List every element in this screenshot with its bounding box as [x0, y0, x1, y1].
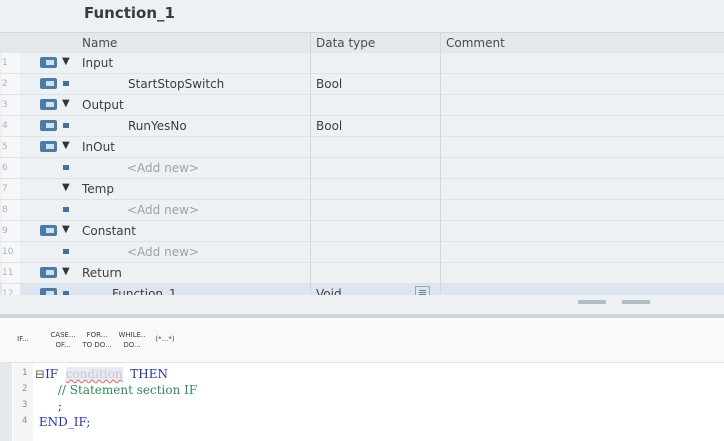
interface-row[interactable]: 10 <Add new> — [0, 242, 724, 263]
row-number: 11 — [2, 263, 20, 283]
case-label-line1: CASE... — [50, 331, 76, 339]
comment-button-label: (*...*) — [155, 335, 175, 343]
interface-icon — [40, 99, 57, 110]
add-new-placeholder[interactable]: <Add new> — [127, 161, 199, 175]
collapse-arrow-icon[interactable]: ▼ — [62, 224, 70, 235]
keyword: IF — [45, 367, 59, 381]
for-label-line2: TO DO... — [82, 341, 112, 349]
row-number: 10 — [2, 242, 20, 262]
column-data-type[interactable]: Data type — [316, 36, 375, 50]
interface-row[interactable]: 7 ▼ Temp — [0, 179, 724, 200]
code-editor[interactable]: 1 ⊟IF condition THEN 2 // Statement sect… — [0, 363, 724, 441]
interface-row[interactable]: 11 ▼ Return — [0, 263, 724, 284]
row-number: 8 — [2, 200, 20, 220]
interface-row[interactable]: 3 ▼ Output — [0, 95, 724, 116]
interface-row[interactable]: 4 RunYesNo Bool — [0, 116, 724, 137]
interface-row[interactable]: 5 ▼ InOut — [0, 137, 724, 158]
collapse-arrow-icon[interactable]: ▼ — [62, 98, 70, 109]
line-number: 3 — [22, 400, 28, 410]
row-number: 4 — [2, 116, 20, 136]
code-line[interactable]: 1 ⊟IF condition THEN — [0, 365, 724, 381]
for-button[interactable]: FOR... TO DO... — [82, 330, 112, 350]
case-button[interactable]: CASE... OF... — [48, 330, 78, 350]
column-header: Name Data type Comment — [0, 32, 724, 54]
collapse-arrow-icon[interactable]: ▼ — [62, 56, 70, 67]
interface-icon — [40, 78, 57, 89]
column-divider — [440, 32, 441, 294]
horizontal-scrollbar[interactable] — [0, 295, 724, 309]
interface-icon — [40, 225, 57, 236]
while-label-line2: DO... — [123, 341, 141, 349]
row-number: 5 — [2, 137, 20, 157]
if-button-label: IF... — [17, 335, 29, 343]
variable-icon — [63, 207, 69, 212]
line-number: 2 — [22, 384, 28, 394]
code-comment: // Statement section IF — [57, 383, 198, 397]
section-name[interactable]: Temp — [82, 182, 114, 196]
while-button[interactable]: WHILE.. DO... — [116, 330, 148, 350]
interface-row[interactable]: 1 ▼ Input — [0, 53, 724, 74]
line-number: 1 — [22, 368, 28, 378]
section-name[interactable]: Constant — [82, 224, 136, 238]
row-number: 7 — [2, 179, 20, 199]
block-title: Function_1 — [84, 4, 175, 22]
interface-rows: 1 ▼ Input 2 StartStopSwitch Bool 3 ▼ Out… — [0, 53, 724, 305]
variable-data-type[interactable]: Bool — [316, 77, 342, 91]
condition-placeholder[interactable]: condition — [65, 367, 123, 381]
interface-icon — [40, 141, 57, 152]
add-new-placeholder[interactable]: <Add new> — [127, 245, 199, 259]
line-number: 4 — [22, 416, 28, 426]
code-line[interactable]: 3 ; — [0, 397, 724, 413]
keyword: THEN — [130, 367, 168, 381]
keyword: END_IF; — [38, 415, 91, 429]
collapse-arrow-icon[interactable]: ▼ — [62, 182, 70, 193]
column-comment[interactable]: Comment — [446, 36, 505, 50]
interface-icon — [40, 120, 57, 131]
variable-icon — [63, 249, 69, 254]
case-label-line2: OF... — [55, 341, 71, 349]
interface-row[interactable]: 8 <Add new> — [0, 200, 724, 221]
while-label-line1: WHILE.. — [118, 331, 146, 339]
add-new-placeholder[interactable]: <Add new> — [127, 203, 199, 217]
variable-icon — [63, 81, 69, 86]
row-number: 9 — [2, 221, 20, 241]
collapse-arrow-icon[interactable]: ▼ — [62, 140, 70, 151]
for-label-line1: FOR... — [86, 331, 108, 339]
comment-button[interactable]: (*...*) — [150, 334, 180, 344]
section-name[interactable]: Return — [82, 266, 122, 280]
interface-icon — [40, 57, 57, 68]
code-line[interactable]: 4 END_IF; — [0, 413, 724, 429]
interface-row[interactable]: 6 <Add new> — [0, 158, 724, 179]
section-name[interactable]: InOut — [82, 140, 115, 154]
row-number: 2 — [2, 74, 20, 94]
scroll-thumb[interactable] — [578, 300, 606, 304]
column-name[interactable]: Name — [82, 36, 117, 50]
variable-name[interactable]: StartStopSwitch — [128, 77, 224, 91]
scroll-thumb[interactable] — [622, 300, 650, 304]
column-divider — [310, 32, 311, 294]
collapse-arrow-icon[interactable]: ▼ — [62, 266, 70, 277]
interface-panel: Function_1 Name Data type Comment 1 ▼ In… — [0, 0, 724, 314]
variable-name[interactable]: RunYesNo — [128, 119, 187, 133]
if-button[interactable]: IF... — [12, 334, 34, 344]
row-number: 3 — [2, 95, 20, 115]
code-text[interactable]: // Statement section IF — [35, 383, 197, 397]
instruction-toolbar: IF... CASE... OF... FOR... TO DO... WHIL… — [0, 318, 724, 363]
interface-row[interactable]: 9 ▼ Constant — [0, 221, 724, 242]
code-text[interactable]: ; — [35, 399, 62, 413]
code-text[interactable]: END_IF; — [35, 415, 91, 429]
fold-toggle-icon[interactable]: ⊟ — [35, 367, 45, 381]
section-name[interactable]: Output — [82, 98, 124, 112]
variable-data-type[interactable]: Bool — [316, 119, 342, 133]
interface-icon — [40, 267, 57, 278]
code-line[interactable]: 2 // Statement section IF — [0, 381, 724, 397]
variable-icon — [63, 165, 69, 170]
statement-terminator: ; — [57, 399, 62, 413]
interface-row[interactable]: 2 StartStopSwitch Bool — [0, 74, 724, 95]
row-number: 6 — [2, 158, 20, 178]
code-text[interactable]: ⊟IF condition THEN — [35, 367, 168, 381]
variable-icon — [63, 123, 69, 128]
row-number: 1 — [2, 53, 20, 73]
section-name[interactable]: Input — [82, 56, 113, 70]
